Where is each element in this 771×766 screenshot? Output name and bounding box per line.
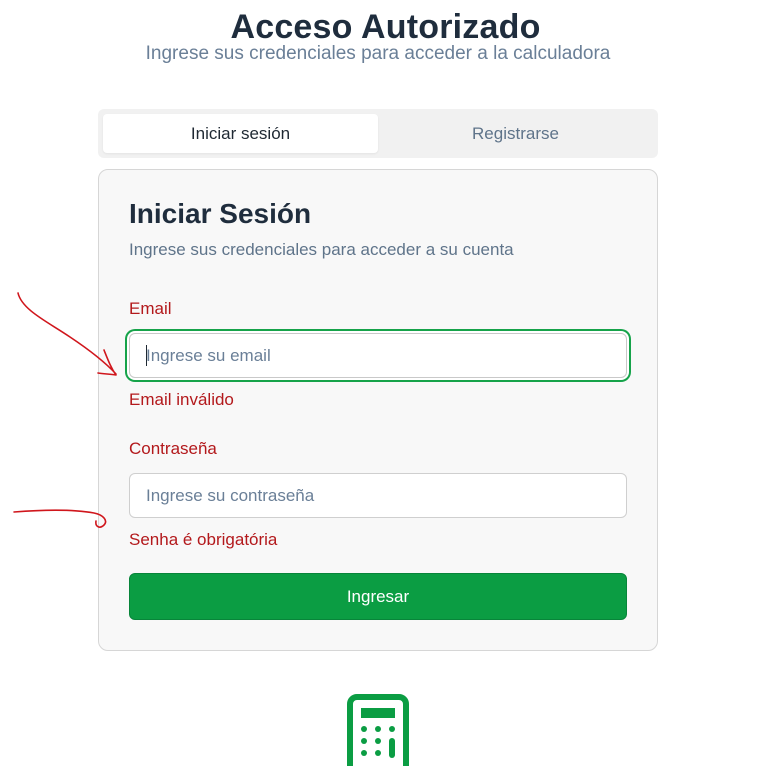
login-card: Iniciar Sesión Ingrese sus credenciales …	[98, 169, 658, 651]
password-error-message: Senha é obrigatória	[129, 530, 278, 549]
page-title: Acceso Autorizado	[230, 7, 541, 46]
email-input[interactable]	[129, 333, 627, 378]
page-subtitle: Ingrese sus credenciales para acceder a …	[145, 43, 611, 64]
tab-register[interactable]: Registrarse	[378, 114, 653, 153]
email-error-message: Email inválido	[129, 390, 234, 409]
password-input[interactable]	[129, 473, 627, 518]
tab-login[interactable]: Iniciar sesión	[103, 114, 378, 153]
calculator-icon	[347, 694, 409, 766]
login-card-title: Iniciar Sesión	[129, 198, 312, 229]
auth-tabs: Iniciar sesión Registrarse	[98, 109, 658, 158]
text-cursor	[146, 345, 147, 366]
login-card-description: Ingrese sus credenciales para acceder a …	[129, 240, 514, 259]
login-page: Acceso Autorizado Ingrese sus credencial…	[0, 0, 771, 766]
password-label: Contraseña	[129, 439, 217, 458]
email-label: Email	[129, 299, 172, 318]
login-submit-button[interactable]: Ingresar	[129, 573, 627, 620]
annotation-arrow-password	[13, 509, 107, 528]
